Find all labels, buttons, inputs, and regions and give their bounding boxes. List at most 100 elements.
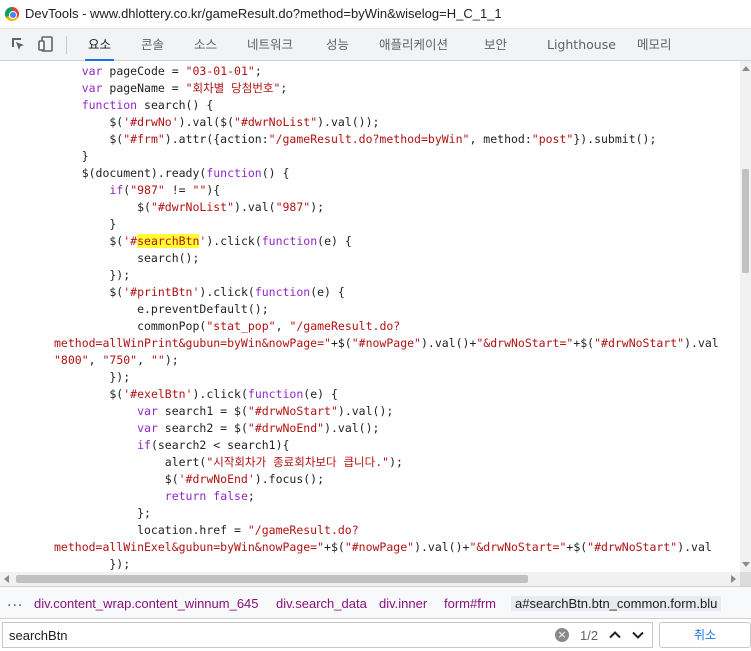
code-token: "" bbox=[150, 353, 165, 367]
code-token: "&drwNoStart=" bbox=[469, 540, 567, 554]
code-token: "&drwNoStart=" bbox=[476, 336, 574, 350]
code-token: return bbox=[164, 489, 207, 503]
device-toggle-icon[interactable] bbox=[37, 35, 55, 53]
vertical-scroll-thumb[interactable] bbox=[742, 169, 749, 273]
code-line: return false; bbox=[54, 488, 255, 505]
code-line: function search() { bbox=[54, 97, 214, 114]
code-token: $( bbox=[54, 132, 124, 146]
code-token: ).val(); bbox=[337, 404, 394, 418]
code-line: } bbox=[54, 216, 116, 233]
scroll-right-icon[interactable] bbox=[731, 575, 736, 583]
code-token: , method: bbox=[469, 132, 532, 146]
code-token: '#drwNo' bbox=[123, 115, 179, 129]
next-match-icon[interactable] bbox=[630, 627, 646, 643]
breadcrumb-item[interactable]: div.inner bbox=[379, 596, 427, 611]
tab-lighthouse[interactable]: Lighthouse bbox=[547, 29, 616, 60]
tab-security[interactable]: 보안 bbox=[484, 29, 507, 60]
code-token: +$( bbox=[324, 540, 345, 554]
search-input[interactable] bbox=[9, 627, 529, 644]
code-token: var bbox=[81, 81, 103, 95]
breadcrumb-item-selected[interactable]: a#searchBtn.btn_common.form.blu bbox=[511, 596, 722, 611]
code-token: ; bbox=[247, 489, 255, 503]
devtools-tab-bar: 요소 콘솔 소스 네트워크 성능 애플리케이션 보안 Lighthouse 메모… bbox=[0, 29, 751, 61]
code-token: ).val(); bbox=[324, 421, 380, 435]
code-token: "#nowPage" bbox=[351, 336, 421, 350]
scroll-down-icon[interactable] bbox=[742, 562, 750, 567]
code-line: if(search2 < search1){ bbox=[54, 437, 289, 454]
chrome-logo-icon bbox=[5, 7, 19, 21]
code-line: commonPop("stat_pop", "/gameResult.do? bbox=[54, 318, 400, 335]
tab-performance[interactable]: 성능 bbox=[326, 29, 349, 60]
code-token: (e) { bbox=[317, 234, 352, 248]
clear-search-icon[interactable]: × bbox=[555, 628, 569, 642]
code-token: "#nowPage" bbox=[344, 540, 415, 554]
code-line: $('#drwNo').val($("#dwrNoList").val()); bbox=[54, 114, 379, 131]
tab-sources[interactable]: 소스 bbox=[194, 29, 217, 60]
code-line: }); bbox=[54, 369, 130, 386]
breadcrumb-item[interactable]: div.content_wrap.content_winnum_645 bbox=[34, 596, 259, 611]
code-line: $("#dwrNoList").val("987"); bbox=[54, 199, 324, 216]
tab-network[interactable]: 네트워크 bbox=[247, 29, 293, 60]
tab-application[interactable]: 애플리케이션 bbox=[379, 29, 448, 60]
horizontal-scrollbar[interactable] bbox=[0, 572, 740, 586]
code-token: $( bbox=[54, 387, 124, 401]
tab-console[interactable]: 콘솔 bbox=[141, 29, 164, 60]
horizontal-scroll-thumb[interactable] bbox=[16, 575, 528, 583]
code-token: $( bbox=[54, 285, 124, 299]
breadcrumb-item[interactable]: form#frm bbox=[444, 596, 496, 611]
breadcrumb: ... div.content_wrap.content_winnum_645 … bbox=[0, 586, 751, 619]
code-token: ).focus(); bbox=[254, 472, 325, 486]
code-token: $( bbox=[54, 234, 124, 248]
code-line: }); bbox=[54, 556, 130, 572]
code-token: '#printBtn' bbox=[123, 285, 200, 299]
scroll-up-icon[interactable] bbox=[742, 66, 750, 71]
breadcrumb-item[interactable]: div.search_data bbox=[276, 596, 367, 611]
code-token: $( bbox=[54, 115, 124, 129]
code-token: searchBtn bbox=[137, 234, 200, 248]
breadcrumb-overflow[interactable]: ... bbox=[7, 594, 23, 610]
code-line: e.preventDefault(); bbox=[54, 301, 269, 318]
code-token: }; bbox=[54, 506, 151, 520]
code-token: ); bbox=[389, 455, 403, 469]
code-line: "800", "750", ""); bbox=[54, 352, 179, 369]
code-line: $('#printBtn').click(function(e) { bbox=[54, 284, 344, 301]
code-token: ).val($( bbox=[178, 115, 235, 129]
source-code-view[interactable]: var pageCode = "03-01-01"; var pageName … bbox=[0, 61, 740, 572]
code-line: var pageCode = "03-01-01"; bbox=[54, 63, 262, 80]
inspect-element-icon[interactable] bbox=[9, 35, 27, 53]
code-line: $("#frm").attr({action:"/gameResult.do?m… bbox=[54, 131, 656, 148]
code-token: function bbox=[247, 387, 304, 401]
code-token: search(); bbox=[54, 251, 200, 265]
code-token: "#drwNoEnd" bbox=[247, 421, 325, 435]
code-token: "/gameResult.do? bbox=[247, 523, 359, 537]
title-bar: DevTools - www.dhlottery.co.kr/gameResul… bbox=[0, 0, 751, 29]
code-token: $( bbox=[54, 200, 151, 214]
tab-memory[interactable]: 메모리 bbox=[637, 29, 672, 60]
scrollbar-corner bbox=[740, 572, 751, 586]
code-token: location.href = bbox=[54, 523, 248, 537]
previous-match-icon[interactable] bbox=[607, 627, 623, 643]
code-line: alert("시작회차가 종료회차보다 큽니다."); bbox=[54, 454, 403, 471]
tab-elements[interactable]: 요소 bbox=[84, 29, 115, 61]
scroll-left-icon[interactable] bbox=[4, 575, 9, 583]
code-token: ).click( bbox=[199, 285, 255, 299]
code-line: }; bbox=[54, 505, 151, 522]
match-count: 1/2 bbox=[580, 628, 599, 643]
code-token: ); bbox=[164, 353, 179, 367]
code-token: search() { bbox=[137, 98, 214, 112]
code-token: , bbox=[88, 353, 103, 367]
cancel-button[interactable]: 취소 bbox=[659, 622, 751, 648]
code-token: != bbox=[164, 183, 193, 197]
code-token: "" bbox=[192, 183, 207, 197]
code-token: '# bbox=[123, 234, 138, 248]
vertical-scrollbar[interactable] bbox=[740, 61, 751, 572]
code-token: "#drwNoStart" bbox=[594, 336, 685, 350]
code-token: ).attr({action: bbox=[164, 132, 269, 146]
code-token: ); bbox=[310, 200, 325, 214]
code-token: search1 = $( bbox=[157, 404, 248, 418]
code-token: $(document).ready( bbox=[54, 166, 207, 180]
